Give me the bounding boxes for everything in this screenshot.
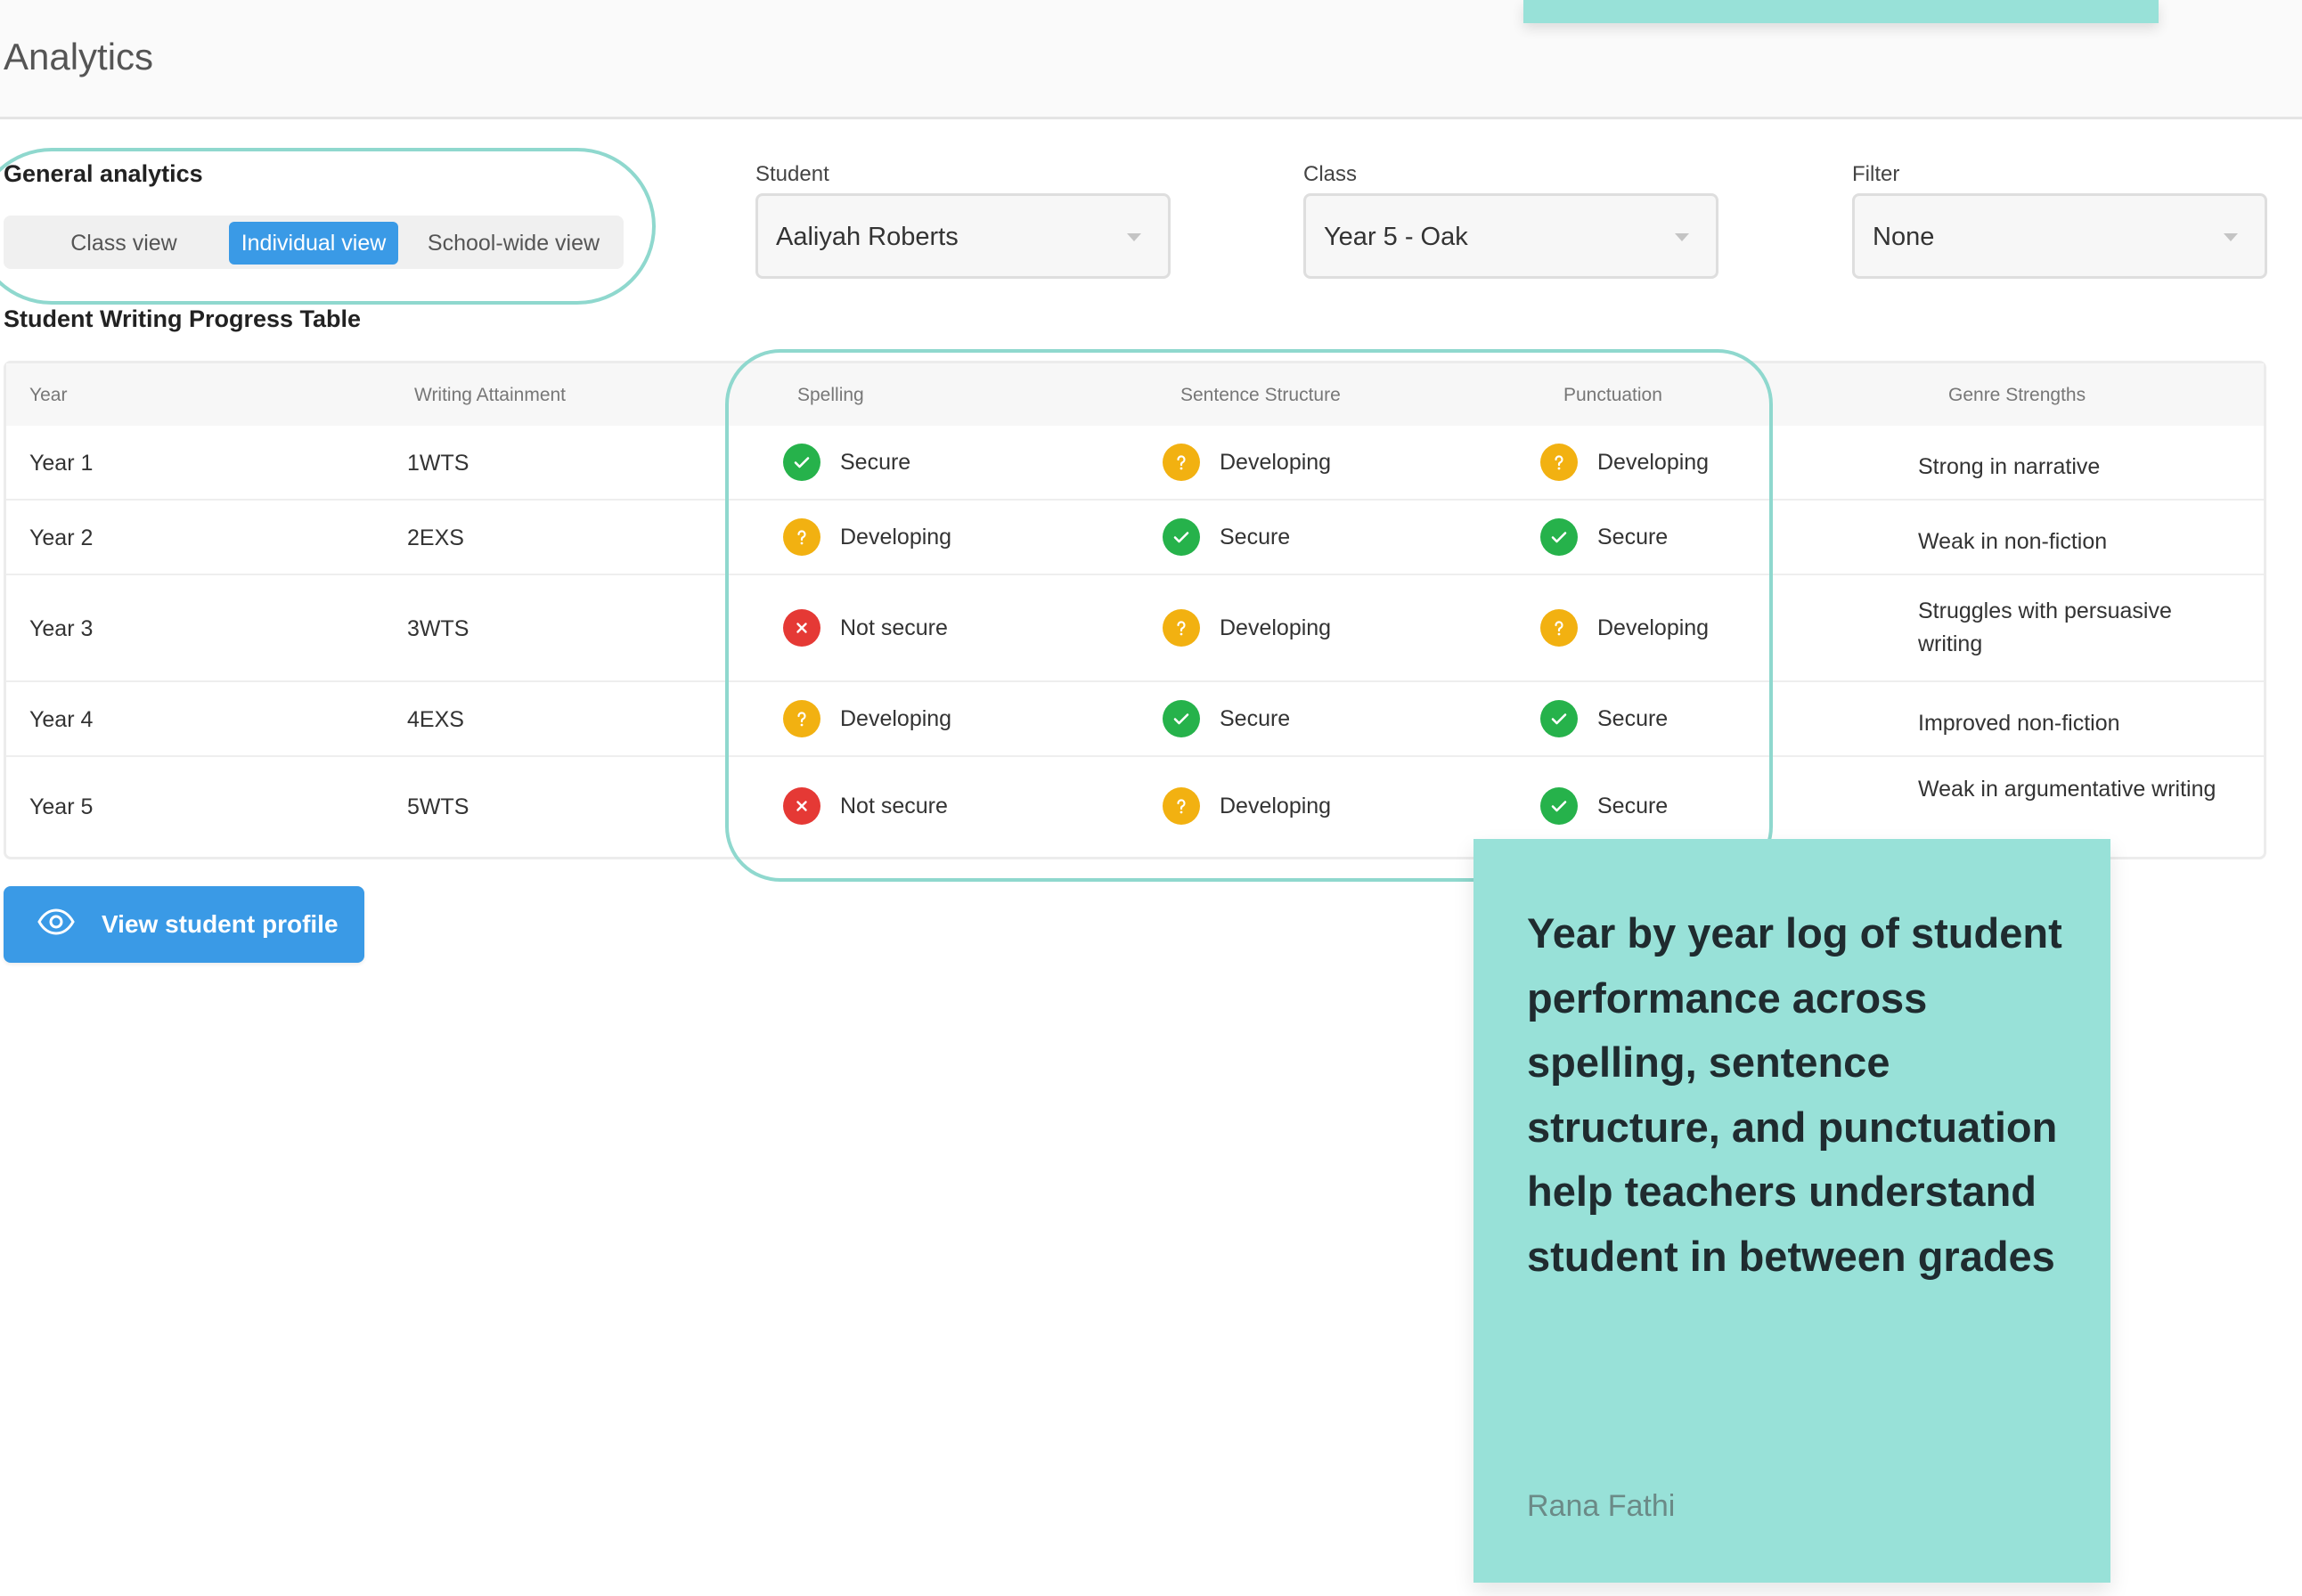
page-title: Analytics	[4, 36, 154, 77]
column-header-year: Year	[29, 385, 68, 405]
status-label: Developing	[1220, 615, 1332, 640]
punctuation-status: Secure	[1540, 700, 1668, 737]
student-select-value: Aaliyah Roberts	[776, 223, 959, 251]
caret-down-icon	[1127, 233, 1141, 241]
table-title: Student Writing Progress Table	[4, 305, 362, 332]
genre-cell: Improved non-fiction	[1918, 711, 2120, 736]
status-label: Developing	[1220, 793, 1332, 818]
column-header-genre-strengths: Genre Strengths	[1948, 385, 2086, 405]
student-select[interactable]: Aaliyah Roberts	[755, 193, 1171, 279]
year-cell: Year 1	[29, 451, 94, 476]
spelling-status: Not secure	[783, 609, 948, 647]
spelling-status: Not secure	[783, 787, 948, 825]
caret-down-icon	[2224, 233, 2238, 241]
testimonial-card: Year by year log of student performance …	[1473, 839, 2110, 1583]
punctuation-status: Developing	[1540, 444, 1709, 481]
genre-cell: Struggles with persuasive writing	[1918, 598, 2172, 656]
x-circle-icon	[783, 609, 820, 647]
check-circle-icon	[1163, 700, 1200, 737]
check-circle-icon	[1163, 518, 1200, 556]
school-wide-view-button[interactable]: School-wide view	[409, 222, 618, 265]
question-circle-icon	[1540, 444, 1578, 481]
spelling-status: Secure	[783, 444, 910, 481]
punctuation-status: Secure	[1540, 787, 1668, 825]
genre-cell: Weak in argumentative writing	[1918, 777, 2216, 802]
status-label: Developing	[840, 705, 952, 731]
punctuation-status: Secure	[1540, 518, 1668, 556]
table-row: Year 1 1WTS Secure Developing Developing…	[6, 426, 2264, 501]
class-select[interactable]: Year 5 - Oak	[1303, 193, 1718, 279]
status-label: Secure	[1220, 524, 1291, 550]
status-label: Secure	[1597, 524, 1669, 550]
column-header-writing-attainment: Writing Attainment	[414, 385, 567, 405]
view-switcher: Class view Individual view School-wide v…	[4, 216, 624, 269]
year-cell: Year 5	[29, 794, 94, 819]
class-label: Class	[1303, 162, 1358, 186]
attainment-cell: 4EXS	[407, 707, 464, 732]
status-label: Developing	[840, 524, 952, 550]
general-analytics-label: General analytics	[4, 160, 203, 187]
column-header-sentence-structure: Sentence Structure	[1180, 385, 1341, 405]
view-student-profile-label: View student profile	[102, 910, 339, 938]
sentence-structure-status: Developing	[1163, 444, 1331, 481]
check-circle-icon	[1540, 700, 1578, 737]
question-circle-icon	[783, 700, 820, 737]
class-view-button[interactable]: Class view	[39, 222, 208, 265]
sentence-structure-status: Secure	[1163, 518, 1290, 556]
x-circle-icon	[783, 787, 820, 825]
status-label: Secure	[1597, 705, 1669, 731]
sentence-structure-status: Secure	[1163, 700, 1290, 737]
filter-select-value: None	[1873, 223, 1935, 251]
question-circle-icon	[1163, 609, 1200, 647]
eye-icon	[37, 908, 75, 941]
check-circle-icon	[1540, 787, 1578, 825]
table-row: Year 3 3WTS Not secure Developing Develo…	[6, 575, 2264, 682]
filter-select[interactable]: None	[1852, 193, 2267, 279]
spelling-status: Developing	[783, 518, 951, 556]
attainment-cell: 1WTS	[407, 451, 469, 476]
question-circle-icon	[1163, 787, 1200, 825]
check-circle-icon	[783, 444, 820, 481]
attainment-cell: 2EXS	[407, 525, 464, 550]
status-label: Secure	[1220, 705, 1291, 731]
spelling-status: Developing	[783, 700, 951, 737]
question-circle-icon	[783, 518, 820, 556]
status-label: Developing	[1597, 615, 1710, 640]
progress-table: Year Writing Attainment Spelling Sentenc…	[4, 361, 2266, 859]
year-cell: Year 4	[29, 707, 94, 732]
year-cell: Year 2	[29, 525, 94, 550]
attainment-cell: 3WTS	[407, 616, 469, 641]
student-label: Student	[755, 162, 829, 186]
genre-cell: Weak in non-fiction	[1918, 529, 2108, 554]
check-circle-icon	[1540, 518, 1578, 556]
annotation-card-top	[1523, 0, 2159, 23]
status-label: Secure	[840, 449, 911, 475]
testimonial-quote: Year by year log of student performance …	[1527, 909, 2062, 1280]
column-header-punctuation: Punctuation	[1563, 385, 1662, 405]
year-cell: Year 3	[29, 616, 94, 641]
genre-cell: Strong in narrative	[1918, 454, 2101, 479]
sentence-structure-status: Developing	[1163, 787, 1331, 825]
table-row: Year 4 4EXS Developing Secure Secure Imp…	[6, 682, 2264, 757]
column-header-spelling: Spelling	[797, 385, 864, 405]
status-label: Developing	[1597, 449, 1710, 475]
table-row: Year 2 2EXS Developing Secure Secure Wea…	[6, 501, 2264, 575]
question-circle-icon	[1540, 609, 1578, 647]
sentence-structure-status: Developing	[1163, 609, 1331, 647]
filter-label: Filter	[1852, 162, 1900, 186]
status-label: Developing	[1220, 449, 1332, 475]
status-label: Not secure	[840, 615, 948, 640]
class-select-value: Year 5 - Oak	[1324, 223, 1468, 251]
attainment-cell: 5WTS	[407, 794, 469, 819]
status-label: Secure	[1597, 793, 1669, 818]
punctuation-status: Developing	[1540, 609, 1709, 647]
table-header: Year Writing Attainment Spelling Sentenc…	[6, 363, 2264, 426]
individual-view-button[interactable]: Individual view	[229, 222, 398, 265]
view-student-profile-button[interactable]: View student profile	[4, 886, 364, 963]
question-circle-icon	[1163, 444, 1200, 481]
testimonial-author: Rana Fathi	[1527, 1489, 1676, 1523]
status-label: Not secure	[840, 793, 948, 818]
caret-down-icon	[1675, 233, 1689, 241]
